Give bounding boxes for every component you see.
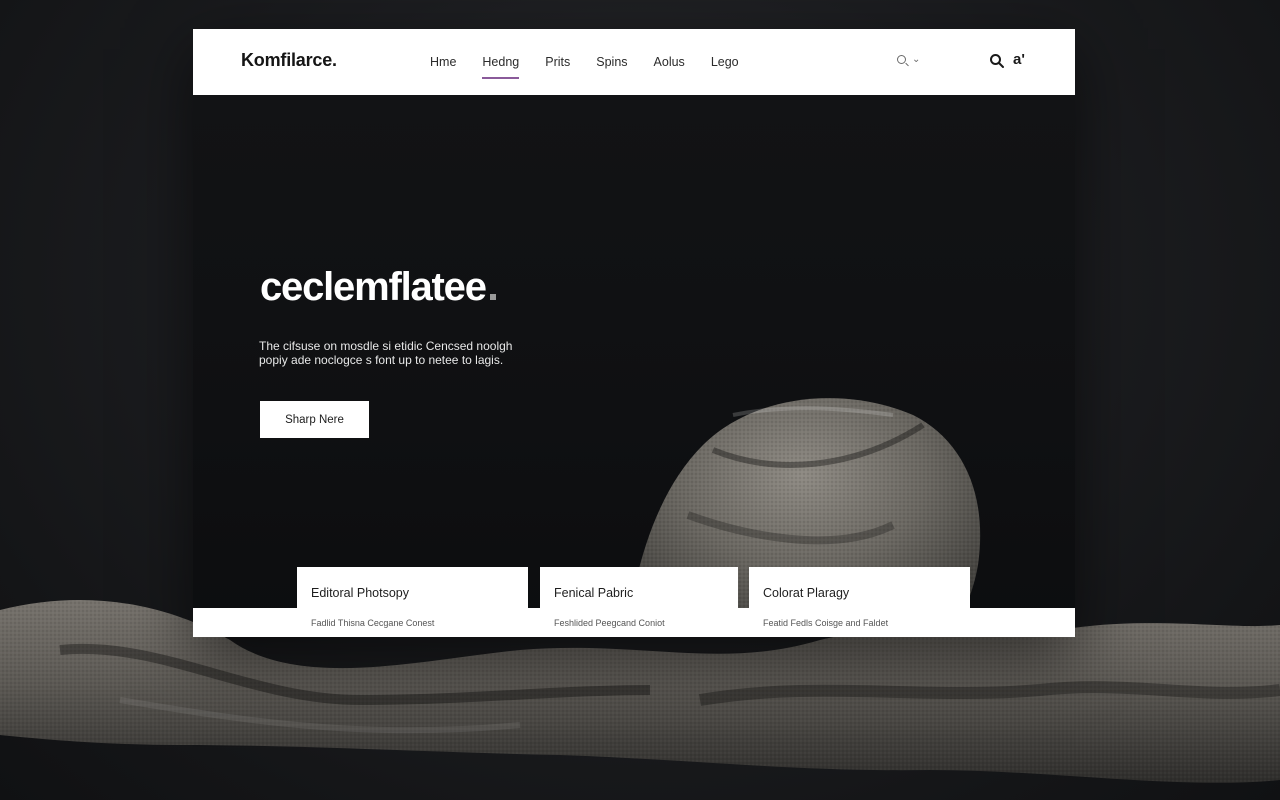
- feature-card[interactable]: Fenical Pabric Feshlided Peegcand Coniot: [540, 567, 738, 637]
- nav-item-hedng[interactable]: Hedng: [469, 29, 532, 95]
- shop-now-button[interactable]: Sharp Nere: [260, 401, 369, 438]
- nav-item-lego[interactable]: Lego: [698, 29, 752, 95]
- nav-item-aolus[interactable]: Aolus: [641, 29, 698, 95]
- card-title: Colorat Plaragy: [763, 586, 850, 600]
- top-navbar: Komfilarce. Hme Hedng Prits Spins Aolus …: [193, 29, 1075, 95]
- brand-logo[interactable]: Komfilarce.: [241, 50, 337, 71]
- website-window: Komfilarce. Hme Hedng Prits Spins Aolus …: [193, 29, 1075, 637]
- card-title: Fenical Pabric: [554, 586, 634, 600]
- nav-item-spins[interactable]: Spins: [583, 29, 640, 95]
- title-dot-icon: [489, 294, 496, 300]
- account-icon[interactable]: a': [1013, 51, 1031, 69]
- hero-description: The cifsuse on mosdle si etidic Cencsed …: [259, 339, 513, 367]
- nav-item-home[interactable]: Hme: [417, 29, 469, 95]
- search-icon[interactable]: [989, 53, 1005, 69]
- hero-title-text: ceclemflatee: [260, 265, 487, 309]
- hero-title: ceclemflatee: [260, 265, 496, 310]
- feature-card[interactable]: Editoral Photsopy Fadlid Thisna Cecgane …: [297, 567, 528, 637]
- card-subtitle: Featid Fedls Coisge and Faldet: [763, 618, 889, 628]
- hero-section: ceclemflatee The cifsuse on mosdle si et…: [193, 95, 1075, 637]
- card-subtitle: Fadlid Thisna Cecgane Conest: [311, 618, 435, 628]
- chevron-down-icon: ⌄: [912, 54, 921, 65]
- feature-card[interactable]: Colorat Plaragy Featid Fedls Coisge and …: [749, 567, 970, 637]
- main-nav: Hme Hedng Prits Spins Aolus Lego: [417, 29, 752, 95]
- globe-search-icon: [897, 55, 906, 64]
- card-title: Editoral Photsopy: [311, 586, 409, 600]
- language-selector[interactable]: ⌄: [897, 54, 920, 65]
- nav-item-prits[interactable]: Prits: [532, 29, 583, 95]
- card-subtitle: Feshlided Peegcand Coniot: [554, 618, 665, 628]
